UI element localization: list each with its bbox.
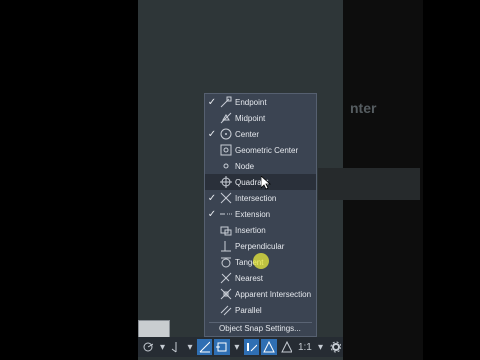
annotation-icon bbox=[263, 341, 275, 353]
mouse-cursor-icon bbox=[260, 175, 272, 195]
check-icon: ✓ bbox=[207, 208, 217, 220]
object-snap-menu: ✓ Endpoint Midpoint ✓ Center Geometric C… bbox=[204, 93, 317, 337]
background-ribbon-text: nter bbox=[350, 100, 377, 116]
midpoint-icon bbox=[219, 111, 233, 125]
menu-item-label: Extension bbox=[235, 209, 271, 219]
quadrant-icon bbox=[219, 175, 233, 189]
check-icon: ✓ bbox=[207, 96, 217, 108]
gear-icon bbox=[330, 341, 341, 353]
polar-tracking-button[interactable] bbox=[140, 339, 155, 355]
command-input[interactable] bbox=[138, 320, 170, 338]
extension-icon bbox=[219, 207, 233, 221]
parallel-icon bbox=[219, 303, 233, 317]
annotation-visibility-button[interactable] bbox=[261, 339, 277, 355]
object-snap-button[interactable] bbox=[214, 339, 230, 355]
tangent-icon bbox=[219, 255, 233, 269]
menu-item-label: Center bbox=[235, 129, 260, 139]
background-panel bbox=[318, 168, 420, 200]
endpoint-icon bbox=[219, 95, 233, 109]
object-snap-settings-label: Object Snap Settings... bbox=[219, 323, 301, 333]
menu-item-insertion[interactable]: Insertion bbox=[205, 222, 316, 238]
isodraft-icon bbox=[172, 342, 177, 353]
perpendicular-icon bbox=[219, 239, 233, 253]
object-snap-settings-item[interactable]: Object Snap Settings... bbox=[205, 320, 316, 336]
insertion-icon bbox=[219, 223, 233, 237]
object-snap-tracking-button[interactable] bbox=[197, 339, 213, 355]
check-icon: ✓ bbox=[207, 192, 217, 204]
check-icon: ✓ bbox=[207, 128, 217, 140]
menu-item-label: Geometric Center bbox=[235, 145, 299, 155]
workspace-button[interactable] bbox=[328, 339, 343, 355]
menu-item-label: Perpendicular bbox=[235, 241, 285, 251]
isodraft-button[interactable] bbox=[169, 339, 183, 355]
lineweight-icon bbox=[246, 343, 258, 352]
menu-item-midpoint[interactable]: Midpoint bbox=[205, 110, 316, 126]
menu-item-label: Nearest bbox=[235, 273, 264, 283]
intersection-icon bbox=[219, 191, 233, 205]
autoscale-button[interactable] bbox=[279, 339, 294, 355]
menu-item-geometric-center[interactable]: Geometric Center bbox=[205, 142, 316, 158]
menu-item-node[interactable]: Node bbox=[205, 158, 316, 174]
menu-item-parallel[interactable]: Parallel bbox=[205, 302, 316, 318]
lineweight-button[interactable] bbox=[243, 339, 260, 355]
annotation-scale-button[interactable]: 1:1 bbox=[296, 339, 313, 355]
menu-item-apparent-intersection[interactable]: Apparent Intersection bbox=[205, 286, 316, 302]
menu-item-label: Parallel bbox=[235, 305, 262, 315]
menu-item-endpoint[interactable]: ✓ Endpoint bbox=[205, 94, 316, 110]
click-highlight bbox=[253, 253, 269, 269]
node-icon bbox=[219, 159, 233, 173]
menu-item-center[interactable]: ✓ Center bbox=[205, 126, 316, 142]
menu-item-label: Midpoint bbox=[235, 113, 266, 123]
menu-item-label: Apparent Intersection bbox=[235, 289, 312, 299]
apparent-intersection-icon bbox=[219, 287, 233, 301]
scale-dropdown-button[interactable]: ▾ bbox=[316, 339, 326, 355]
polar-icon bbox=[143, 342, 154, 352]
isodraft-dropdown-button[interactable]: ▾ bbox=[185, 339, 195, 355]
snap-tracking-icon bbox=[199, 341, 211, 353]
polar-dropdown-button[interactable]: ▾ bbox=[157, 339, 167, 355]
object-snap-dropdown-button[interactable]: ▾ bbox=[232, 339, 242, 355]
nearest-icon bbox=[219, 271, 233, 285]
menu-item-label: Endpoint bbox=[235, 97, 267, 107]
autoscale-icon bbox=[281, 341, 293, 353]
menu-item-extension[interactable]: ✓ Extension bbox=[205, 206, 316, 222]
center-icon bbox=[219, 127, 233, 141]
object-snap-icon bbox=[216, 342, 227, 352]
menu-item-perpendicular[interactable]: Perpendicular bbox=[205, 238, 316, 254]
geometric-center-icon bbox=[219, 143, 233, 157]
menu-item-label: Node bbox=[235, 161, 255, 171]
menu-item-label: Insertion bbox=[235, 225, 266, 235]
menu-item-nearest[interactable]: Nearest bbox=[205, 270, 316, 286]
status-bar: ▾ ▾ ▾ 1:1 ▾ bbox=[138, 337, 343, 357]
